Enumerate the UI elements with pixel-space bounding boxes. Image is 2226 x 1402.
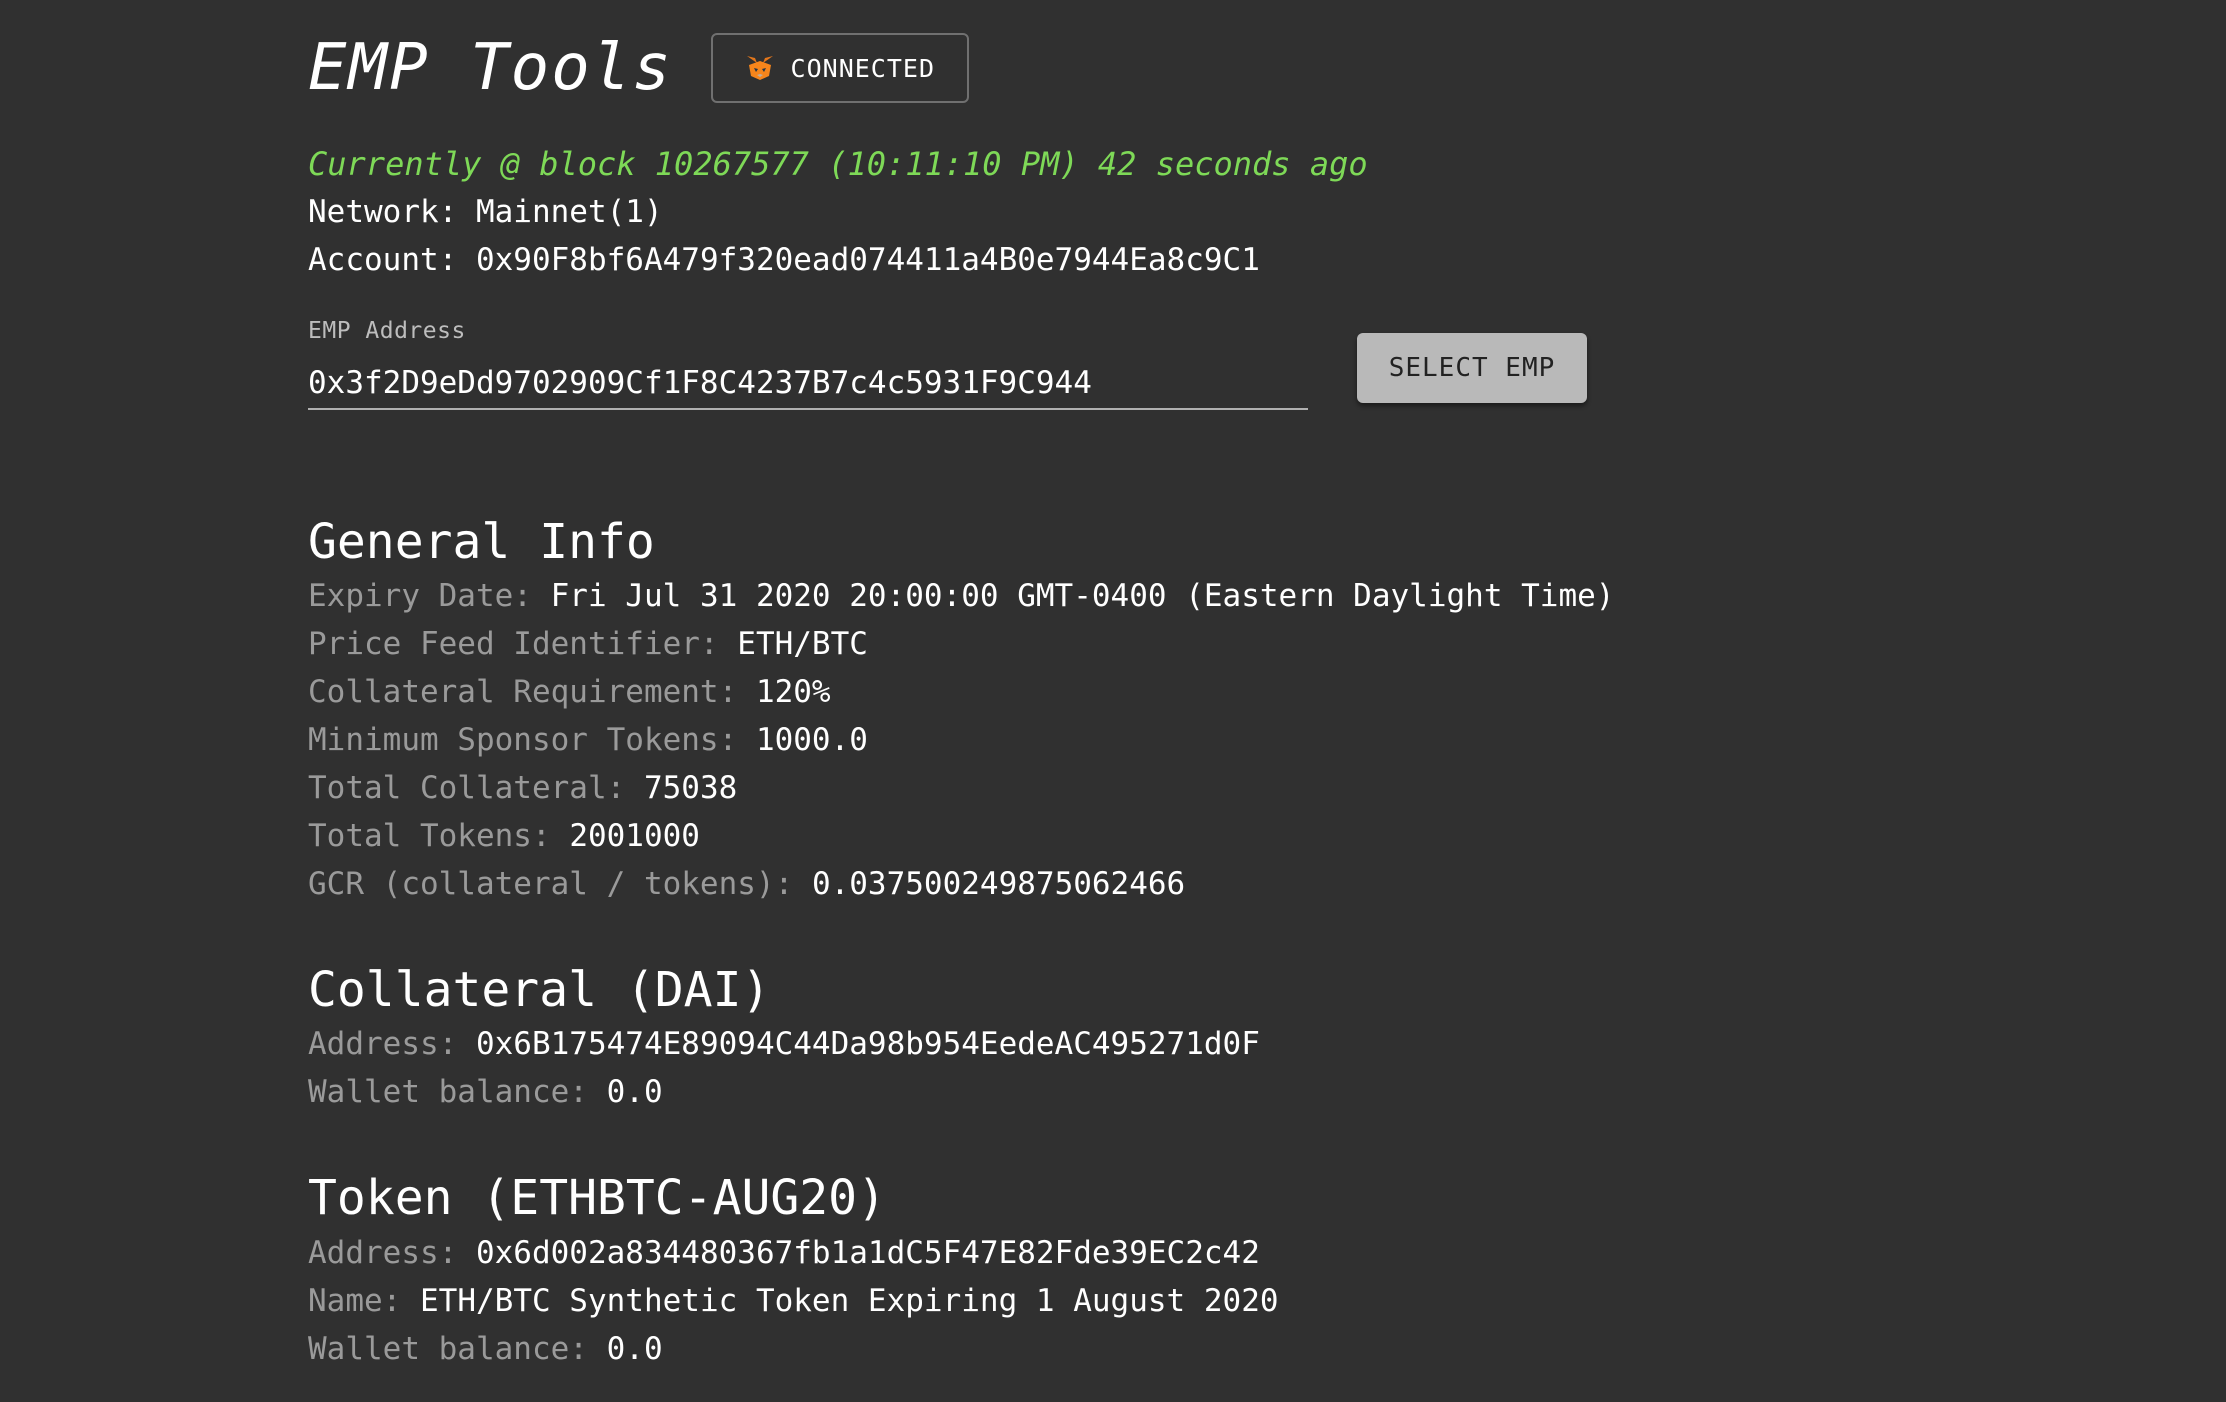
row-label: Minimum Sponsor Tokens: [308,722,738,758]
row-label: Wallet balance: [308,1074,588,1110]
emp-address-input[interactable] [308,358,1308,410]
account-label: Account: [308,242,458,278]
row-value: 2001000 [569,818,700,854]
connected-button[interactable]: CONNECTED [710,33,969,103]
token-balance-row: Wallet balance: 0.0 [308,1327,663,1371]
account-value: 0x90F8bf6A479f320ead074411a4B0e7944Ea8c9… [475,242,1260,278]
row-value: 0.0 [606,1331,663,1367]
row-label: Collateral Requirement: [308,674,738,710]
token-heading: Token (ETHBTC-AUG20) [308,1170,886,1226]
row-label: Price Feed Identifier: [308,626,719,662]
block-status: Currently @ block 10267577 (10:11:10 PM)… [308,145,1368,183]
row-value: ETH/BTC [737,626,868,662]
row-value: 0.037500249875062466 [811,866,1186,902]
row-value: 120% [755,674,831,710]
row-value: 1000.0 [755,722,868,758]
row-label: GCR (collateral / tokens): [308,866,794,902]
row-label: Total Tokens: [308,818,551,854]
price-feed-row: Price Feed Identifier: ETH/BTC [308,622,868,666]
row-label: Total Collateral: [308,770,626,806]
row-label: Expiry Date: [308,578,532,614]
network-label: Network: [308,194,458,230]
app-title: EMP Tools [308,31,673,105]
row-value: Fri Jul 31 2020 20:00:00 GMT-0400 (Easte… [550,578,1615,614]
collateral-balance-row: Wallet balance: 0.0 [308,1070,663,1114]
metamask-fox-icon [745,55,775,81]
network-info: Network: Mainnet(1) [308,190,663,234]
emp-tools-page: EMP Tools CONNECTED Currently @ block 10… [0,0,2226,1402]
connected-label: CONNECTED [790,53,936,83]
collateral-requirement-row: Collateral Requirement: 120% [308,670,831,714]
row-label: Name: [308,1283,402,1319]
row-value: ETH/BTC Synthetic Token Expiring 1 Augus… [420,1283,1279,1319]
row-value: 75038 [643,770,738,806]
row-value: 0x6d002a834480367fb1a1dC5F47E82Fde39EC2c… [475,1235,1260,1271]
general-info-heading: General Info [308,514,655,570]
expiry-date-row: Expiry Date: Fri Jul 31 2020 20:00:00 GM… [308,574,1614,618]
token-address-row: Address: 0x6d002a834480367fb1a1dC5F47E82… [308,1231,1260,1275]
select-emp-button[interactable]: SELECT EMP [1357,333,1587,403]
header: EMP Tools CONNECTED [308,28,969,108]
row-label: Address: [308,1026,458,1062]
network-value: Mainnet(1) [475,194,663,230]
gcr-row: GCR (collateral / tokens): 0.03750024987… [308,862,1185,906]
total-tokens-row: Total Tokens: 2001000 [308,814,700,858]
total-collateral-row: Total Collateral: 75038 [308,766,737,810]
row-label: Wallet balance: [308,1331,588,1367]
token-name-row: Name: ETH/BTC Synthetic Token Expiring 1… [308,1279,1279,1323]
row-label: Address: [308,1235,458,1271]
account-info: Account: 0x90F8bf6A479f320ead074411a4B0e… [308,238,1260,282]
row-value: 0.0 [606,1074,663,1110]
row-value: 0x6B175474E89094C44Da98b954EedeAC495271d… [475,1026,1260,1062]
emp-address-label: EMP Address [308,318,466,344]
collateral-address-row: Address: 0x6B175474E89094C44Da98b954Eede… [308,1022,1260,1066]
collateral-heading: Collateral (DAI) [308,962,771,1018]
min-sponsor-tokens-row: Minimum Sponsor Tokens: 1000.0 [308,718,868,762]
